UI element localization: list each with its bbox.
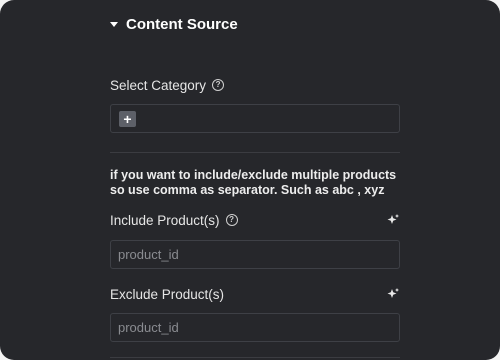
ai-sparkle-icon[interactable] — [386, 213, 400, 227]
exclude-products-label: Exclude Product(s) — [110, 286, 225, 302]
caret-down-icon — [110, 21, 118, 27]
content-source-section-toggle[interactable]: Content Source — [110, 14, 238, 34]
note-line-1: if you want to include/exclude multiple … — [110, 168, 397, 182]
include-products-label-row: Include Product(s) ? — [110, 211, 238, 229]
include-products-input[interactable] — [110, 240, 400, 269]
add-category-button[interactable]: + — [119, 111, 136, 127]
settings-panel: Content Source Select Category ? + if yo… — [0, 0, 500, 360]
exclude-products-label-row: Exclude Product(s) — [110, 285, 224, 303]
divider — [110, 357, 400, 358]
note-line-2: so use comma as separator. Such as abc ,… — [110, 183, 385, 197]
ai-sparkle-icon[interactable] — [386, 287, 400, 301]
select-category-label: Select Category — [110, 77, 207, 93]
select-category-label-row: Select Category ? — [110, 76, 225, 94]
category-select-box[interactable]: + — [110, 104, 400, 133]
separator-note: if you want to include/exclude multiple … — [110, 168, 410, 198]
help-icon[interactable]: ? — [212, 79, 225, 91]
divider — [110, 152, 400, 153]
include-products-label: Include Product(s) — [110, 212, 220, 228]
section-title: Content Source — [126, 15, 238, 33]
exclude-products-input[interactable] — [110, 313, 400, 342]
help-icon[interactable]: ? — [225, 214, 238, 226]
